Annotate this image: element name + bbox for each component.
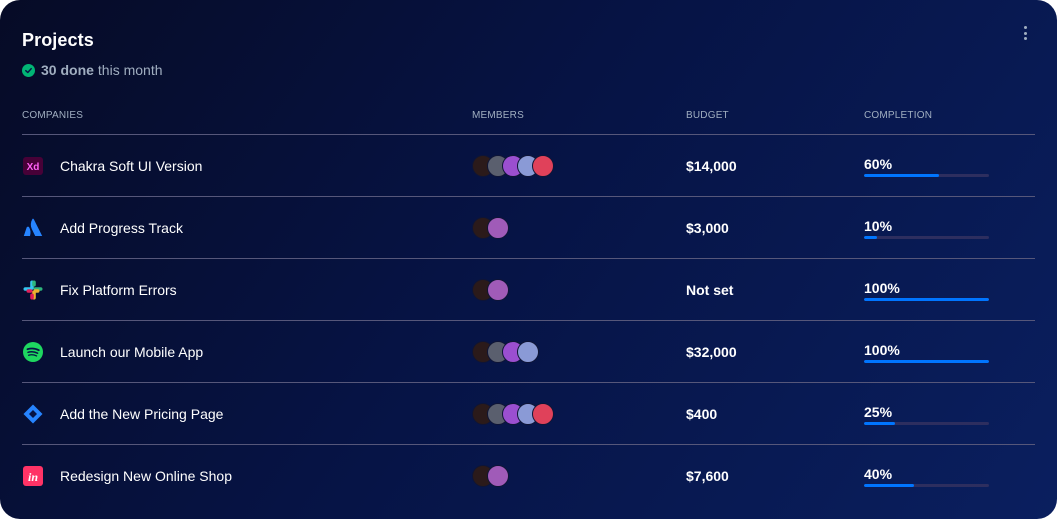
header-completion: COMPLETION [864, 110, 933, 121]
progress-bar [864, 422, 989, 425]
table-row[interactable]: Add Progress Track $3,000 10% [22, 197, 1035, 259]
adobe-xd-icon: Xd [22, 156, 44, 176]
progress-bar [864, 484, 989, 487]
avatar[interactable] [532, 155, 554, 177]
avatar[interactable] [487, 217, 509, 239]
header-members: MEMBERS [472, 110, 524, 121]
projects-card: Projects 30 done this month COMPANIES ME… [0, 0, 1057, 519]
project-budget: $14,000 [686, 158, 737, 174]
progress-bar-fill [864, 360, 989, 363]
project-budget: $3,000 [686, 220, 729, 236]
completion-percent: 100% [864, 280, 900, 296]
header-budget: BUDGET [686, 110, 729, 121]
spotify-icon [22, 342, 44, 362]
member-avatars [472, 217, 509, 239]
member-avatars [472, 403, 554, 425]
progress-bar [864, 360, 989, 363]
table-row[interactable]: in Redesign New Online Shop $7,600 40% [22, 445, 1035, 506]
progress-bar-fill [864, 422, 896, 425]
progress-bar [864, 298, 989, 301]
project-name: Add Progress Track [60, 220, 183, 236]
completion-percent: 100% [864, 342, 900, 358]
progress-bar-fill [864, 298, 989, 301]
completion-percent: 10% [864, 218, 893, 234]
member-avatars [472, 465, 509, 487]
svg-text:Xd: Xd [27, 162, 40, 173]
avatar[interactable] [532, 403, 554, 425]
more-options-icon[interactable] [1017, 24, 1033, 42]
completion-percent: 60% [864, 156, 893, 172]
project-budget: $7,600 [686, 468, 729, 484]
project-name: Add the New Pricing Page [60, 406, 224, 422]
progress-bar [864, 174, 989, 177]
done-suffix: this month [97, 62, 163, 78]
jira-icon [22, 404, 44, 424]
slack-icon [22, 280, 44, 300]
table-row[interactable]: Add the New Pricing Page $400 25% [22, 383, 1035, 445]
table-row[interactable]: Xd Chakra Soft UI Version $14,000 60% [22, 135, 1035, 197]
completion-percent: 25% [864, 404, 893, 420]
project-budget: Not set [686, 282, 734, 298]
project-name: Chakra Soft UI Version [60, 158, 203, 174]
table-header: COMPANIES MEMBERS BUDGET COMPLETION [22, 108, 1035, 135]
avatar[interactable] [487, 279, 509, 301]
projects-table-body: Xd Chakra Soft UI Version $14,000 60% Ad… [22, 135, 1035, 506]
project-budget: $400 [686, 406, 718, 422]
progress-bar-fill [864, 484, 914, 487]
invision-icon: in [22, 466, 44, 486]
progress-bar-fill [864, 236, 877, 239]
done-count: 30 done [41, 62, 94, 78]
project-name: Redesign New Online Shop [60, 468, 232, 484]
member-avatars [472, 279, 509, 301]
atlassian-icon [22, 218, 44, 238]
done-summary: 30 done this month [22, 62, 163, 78]
member-avatars [472, 341, 539, 363]
member-avatars [472, 155, 554, 177]
completion-percent: 40% [864, 466, 893, 482]
project-name: Launch our Mobile App [60, 344, 204, 360]
card-title: Projects [22, 30, 94, 50]
avatar[interactable] [517, 341, 539, 363]
svg-text:in: in [28, 470, 38, 484]
header-companies: COMPANIES [22, 110, 84, 121]
avatar[interactable] [487, 465, 509, 487]
table-row[interactable]: Launch our Mobile App $32,000 100% [22, 321, 1035, 383]
project-budget: $32,000 [686, 344, 737, 360]
project-name: Fix Platform Errors [60, 282, 177, 298]
progress-bar-fill [864, 174, 939, 177]
progress-bar [864, 236, 989, 239]
table-row[interactable]: Fix Platform Errors Not set 100% [22, 259, 1035, 321]
check-circle-icon [22, 63, 35, 77]
